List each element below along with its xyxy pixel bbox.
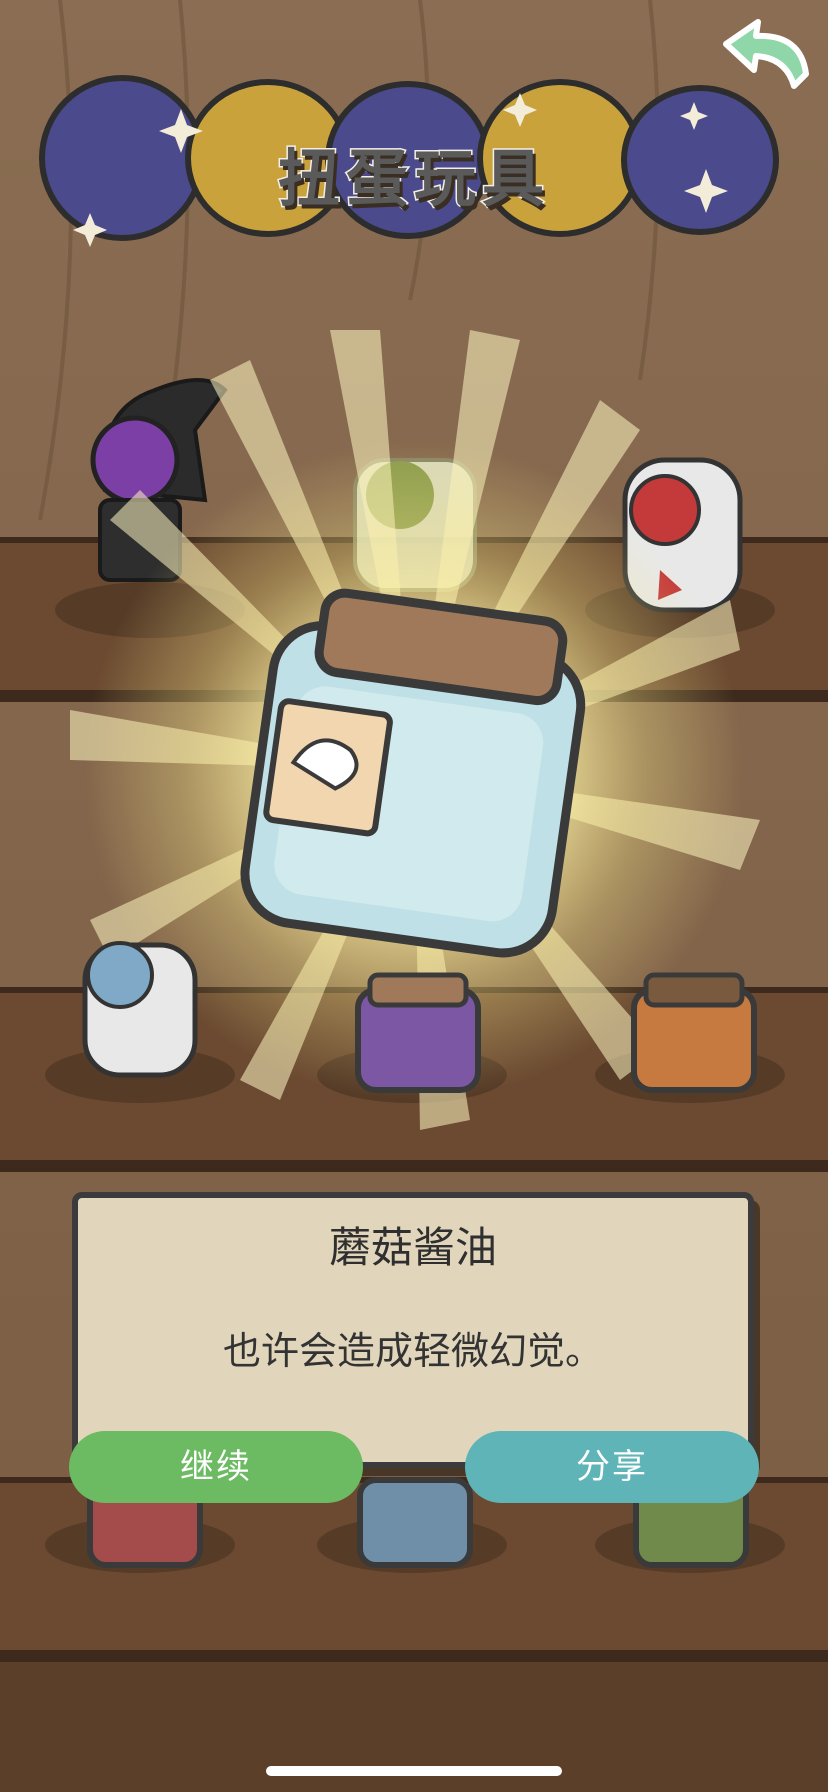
item-description: 也许会造成轻微幻觉。 [222,1329,603,1373]
game-scene [0,0,828,1792]
jar-orange [631,972,757,1093]
astronaut-figure-blue [82,941,198,1078]
page-title: 扭蛋玩具 [276,141,550,217]
back-button[interactable] [706,14,816,98]
jar-purple [355,972,481,1093]
item-info-dialog: 蘑菇酱油 也许会造成轻微幻觉。 [72,1192,754,1468]
home-indicator[interactable] [266,1766,562,1776]
continue-button[interactable]: 继续 [69,1431,363,1503]
share-button[interactable]: 分享 [465,1431,759,1503]
item-name: 蘑菇酱油 [328,1223,497,1272]
featured-soy-sauce-jar [240,588,586,958]
jar-blue [357,1477,473,1568]
return-arrow-icon [723,19,809,89]
